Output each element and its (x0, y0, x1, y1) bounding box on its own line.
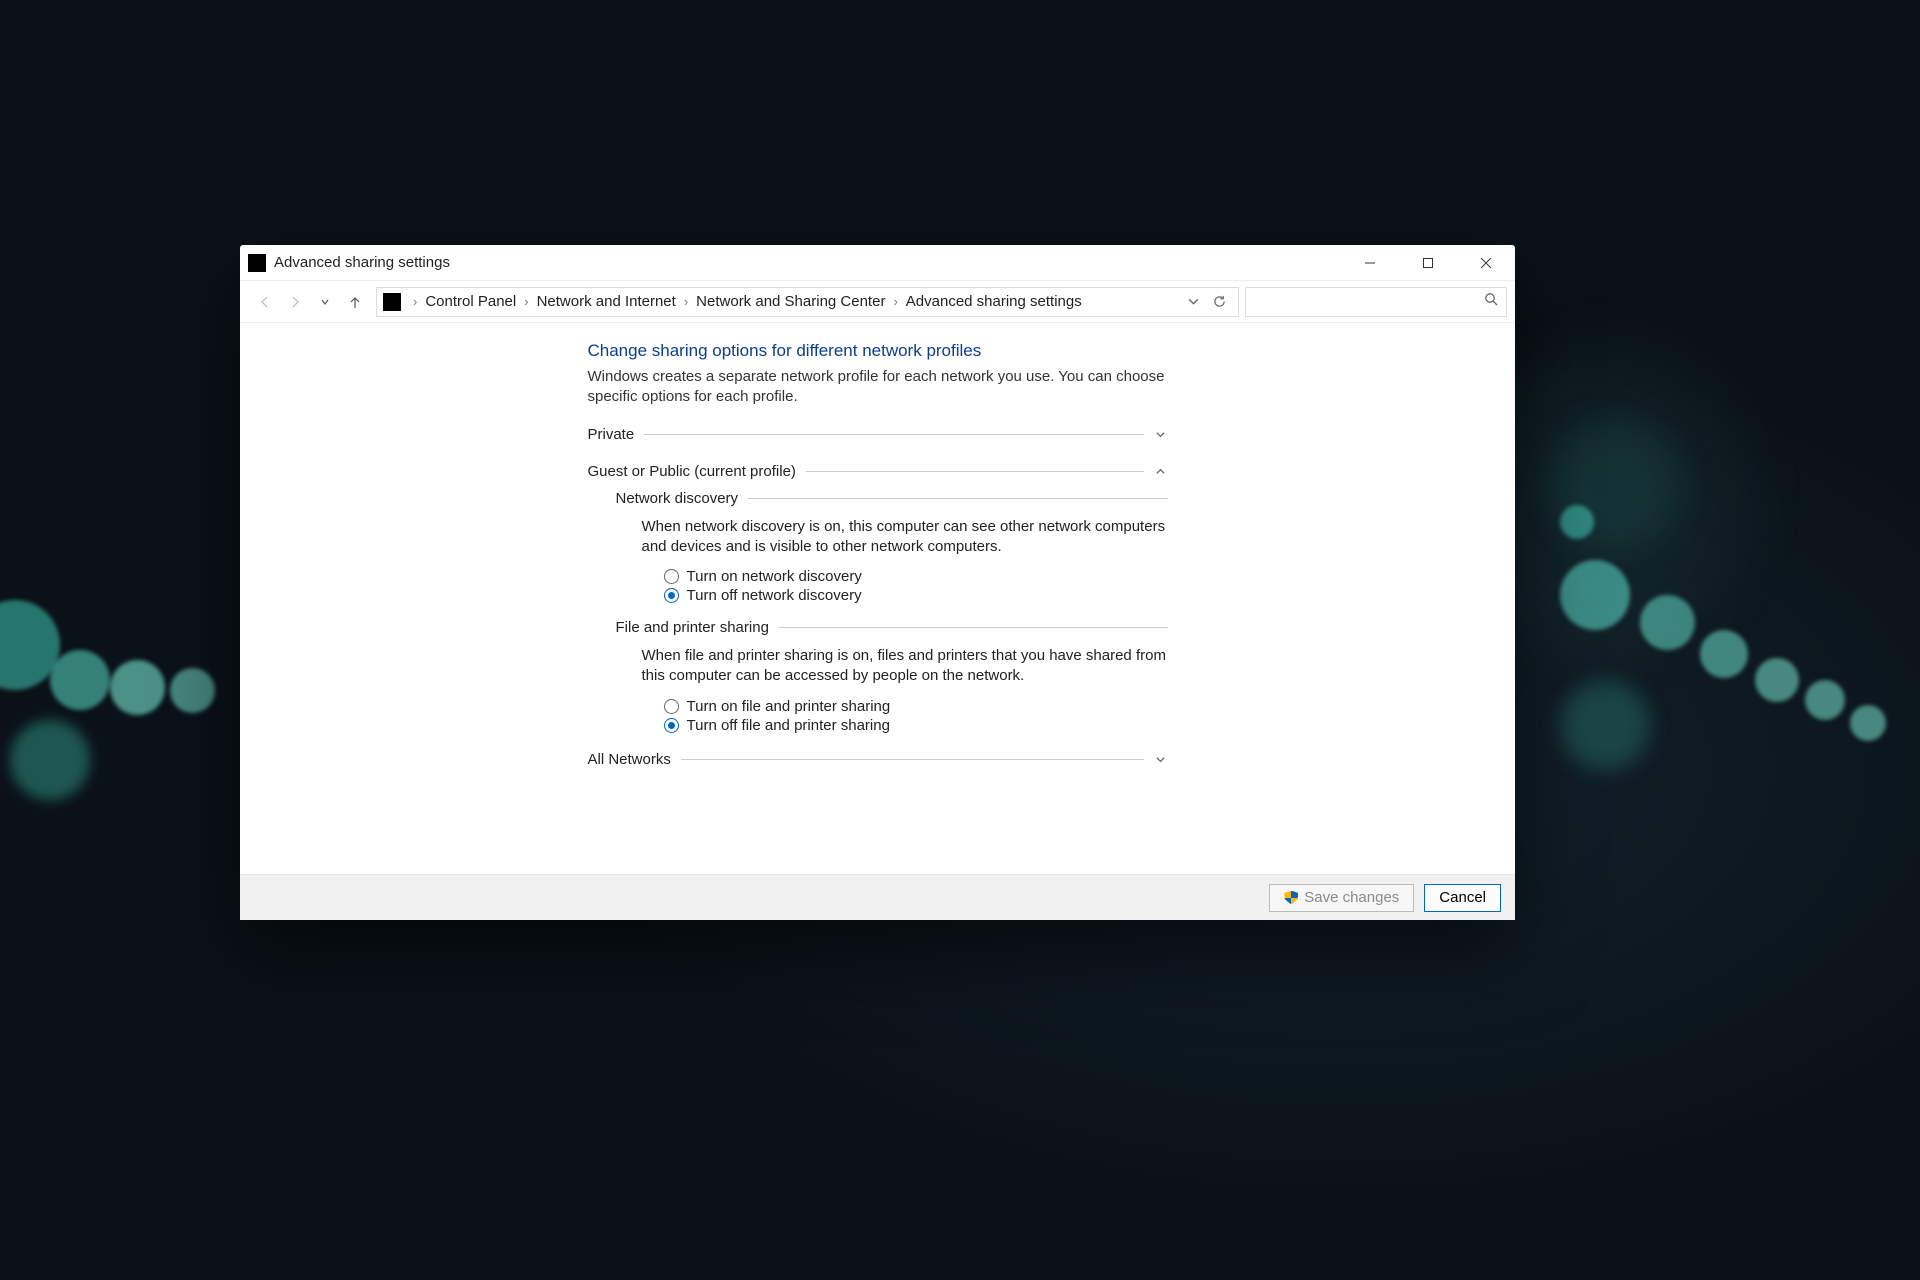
chevron-up-icon (1154, 466, 1168, 477)
search-box[interactable] (1245, 287, 1507, 317)
subsection-network-discovery: Network discovery (616, 490, 1168, 507)
section-all-networks[interactable]: All Networks (588, 749, 1168, 770)
dialog-footer: Save changes Cancel (240, 874, 1515, 920)
network-discovery-description: When network discovery is on, this compu… (642, 517, 1168, 558)
radio-network-discovery-off[interactable]: Turn off network discovery (664, 586, 1168, 605)
radio-file-sharing-on[interactable]: Turn on file and printer sharing (664, 697, 1168, 716)
radio-icon (664, 699, 679, 714)
radio-icon (664, 569, 679, 584)
cancel-button[interactable]: Cancel (1424, 884, 1501, 912)
search-icon (1484, 292, 1498, 311)
control-panel-window: Advanced sharing settings › Control Pane… (240, 245, 1515, 920)
refresh-button[interactable] (1206, 289, 1232, 315)
network-discovery-radio-group: Turn on network discovery Turn off netwo… (664, 567, 1168, 605)
breadcrumb-item[interactable]: Network and Sharing Center (694, 293, 887, 310)
button-label: Save changes (1304, 889, 1399, 906)
shield-icon (1284, 891, 1298, 905)
chevron-down-icon (1154, 754, 1168, 765)
window-title: Advanced sharing settings (274, 254, 450, 271)
page-heading: Change sharing options for different net… (588, 341, 1168, 361)
file-printer-sharing-radio-group: Turn on file and printer sharing Turn of… (664, 697, 1168, 735)
section-label: Guest or Public (current profile) (588, 463, 796, 480)
breadcrumb-item[interactable]: Network and Internet (535, 293, 678, 310)
breadcrumb-separator-icon: › (518, 294, 534, 309)
address-dropdown-button[interactable] (1180, 289, 1206, 315)
up-button[interactable] (340, 287, 370, 317)
radio-icon (664, 718, 679, 733)
section-label: Private (588, 426, 635, 443)
radio-icon (664, 588, 679, 603)
file-printer-sharing-description: When file and printer sharing is on, fil… (642, 646, 1168, 687)
page-subtext: Windows creates a separate network profi… (588, 367, 1168, 408)
close-button[interactable] (1457, 245, 1515, 281)
window-titlebar: Advanced sharing settings (240, 245, 1515, 281)
content-area: Change sharing options for different net… (240, 323, 1515, 874)
subsection-title: Network discovery (616, 490, 739, 507)
button-label: Cancel (1439, 889, 1486, 906)
breadcrumb-separator-icon: › (887, 294, 903, 309)
chevron-down-icon (1154, 429, 1168, 440)
back-button[interactable] (250, 287, 280, 317)
app-icon (248, 254, 266, 272)
breadcrumb-separator-icon: › (407, 294, 423, 309)
breadcrumb-item[interactable]: Advanced sharing settings (904, 293, 1084, 310)
section-private[interactable]: Private (588, 424, 1168, 445)
radio-label: Turn on file and printer sharing (687, 698, 891, 715)
radio-label: Turn off file and printer sharing (687, 717, 890, 734)
minimize-button[interactable] (1341, 245, 1399, 281)
breadcrumb-separator-icon: › (678, 294, 694, 309)
radio-label: Turn on network discovery (687, 568, 862, 585)
breadcrumb-item[interactable]: Control Panel (423, 293, 518, 310)
section-label: All Networks (588, 751, 671, 768)
subsection-file-printer-sharing: File and printer sharing (616, 619, 1168, 636)
location-icon (383, 293, 401, 311)
section-guest-public[interactable]: Guest or Public (current profile) (588, 461, 1168, 482)
radio-file-sharing-off[interactable]: Turn off file and printer sharing (664, 716, 1168, 735)
maximize-button[interactable] (1399, 245, 1457, 281)
address-bar[interactable]: › Control Panel › Network and Internet ›… (376, 287, 1239, 317)
forward-button[interactable] (280, 287, 310, 317)
recent-locations-button[interactable] (310, 287, 340, 317)
subsection-title: File and printer sharing (616, 619, 769, 636)
radio-label: Turn off network discovery (687, 587, 862, 604)
save-changes-button[interactable]: Save changes (1269, 884, 1414, 912)
nav-toolbar: › Control Panel › Network and Internet ›… (240, 281, 1515, 323)
radio-network-discovery-on[interactable]: Turn on network discovery (664, 567, 1168, 586)
